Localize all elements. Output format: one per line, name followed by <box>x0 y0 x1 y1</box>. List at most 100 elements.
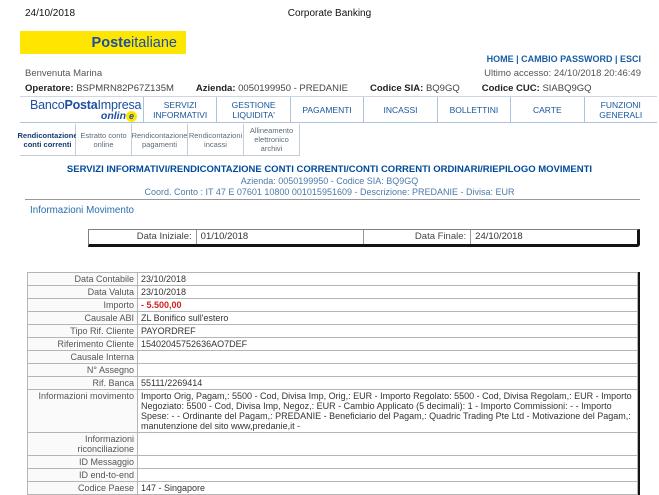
row-value: Importo Orig, Pagam,: 5500 - Cod, Divisa… <box>138 390 638 433</box>
row-label: Causale Interna <box>28 351 138 364</box>
date-end-label: Data Finale: <box>364 230 471 244</box>
breadcrumb-path: SERVIZI INFORMATIVI/RENDICONTAZIONE CONT… <box>0 164 659 175</box>
row-value: 147 - Singapore <box>138 482 638 495</box>
operator-bar-item: Codice SIA: BQ9GQ <box>370 83 460 94</box>
subnav-item-label: Rendicontazione conti correnti <box>18 131 78 149</box>
table-row: Codice Paese 147 - Singapore <box>28 482 638 495</box>
subnav-item[interactable]: Rendicontazioni incassi <box>188 124 244 156</box>
subnav-item[interactable]: Allineamento elettronico archivi <box>244 124 300 156</box>
operator-bar-item: Operatore: BSPMRN82P67Z135M <box>25 83 174 94</box>
nav-tab[interactable]: FUNZIONI GENERALI <box>584 97 657 122</box>
row-value: 23/10/2018 <box>138 273 638 286</box>
brand-e-circle-icon: e <box>126 111 137 122</box>
main-nav: BancoPostaImpresa online SERVIZI INFORMA… <box>20 96 657 123</box>
row-label: Codice Paese <box>28 482 138 495</box>
row-label: N° Assegno <box>28 364 138 377</box>
session-link[interactable]: HOME <box>487 54 514 64</box>
date-start-group: Data Iniziale: 01/10/2018 <box>89 230 363 244</box>
row-value <box>138 364 638 377</box>
operator-bar-item: Codice CUC: SIABQ9GQ <box>482 83 592 94</box>
section-title: Informazioni Movimento <box>30 205 134 216</box>
nav-tab-label: PAGAMENTI <box>302 105 351 115</box>
poste-italiane-logo: Posteitaliane <box>20 31 186 54</box>
subnav-item-label: Rendicontazione pagamenti <box>132 131 188 149</box>
table-row: N° Assegno <box>28 364 638 377</box>
row-label: Rif. Banca <box>28 377 138 390</box>
row-label: Importo <box>28 299 138 312</box>
table-row: ID end-to-end <box>28 469 638 482</box>
logo-text-light: italiane <box>131 35 177 51</box>
operator-bar-label: Codice CUC: <box>482 83 540 94</box>
row-value: 55111/2269414 <box>138 377 638 390</box>
operator-bar-label: Operatore: <box>25 83 74 94</box>
row-label: ID Messaggio <box>28 456 138 469</box>
row-value: 23/10/2018 <box>138 286 638 299</box>
row-value: PAYORDREF <box>138 325 638 338</box>
brand-online: onlin <box>101 110 126 122</box>
nav-tab[interactable]: BOLLETTINI <box>437 97 510 122</box>
operator-bar-value: BSPMRN82P67Z135M <box>76 83 174 94</box>
operator-bar-value: BQ9GQ <box>426 83 460 94</box>
sub-nav: Rendicontazione conti correntiEstratto c… <box>20 124 300 156</box>
date-start-value: 01/10/2018 <box>196 230 363 244</box>
page-title: Corporate Banking <box>0 8 659 19</box>
subnav-item-label: Estratto conto online <box>79 131 128 149</box>
nav-tab-label: GESTIONE LIQUIDITA' <box>222 100 284 120</box>
date-start-label: Data Iniziale: <box>89 230 196 244</box>
breadcrumb: SERVIZI INFORMATIVI/RENDICONTAZIONE CONT… <box>0 164 659 197</box>
subnav-item[interactable]: Rendicontazione pagamenti <box>132 124 188 156</box>
nav-tab[interactable]: CARTE <box>510 97 583 122</box>
table-row: Informazioni movimento Importo Orig, Pag… <box>28 390 638 433</box>
date-end-group: Data Finale: 24/10/2018 <box>363 230 638 244</box>
brand-posta: Posta <box>64 98 97 112</box>
date-end-value: 24/10/2018 <box>470 230 637 244</box>
row-label: Tipo Rif. Cliente <box>28 325 138 338</box>
nav-tab[interactable]: PAGAMENTI <box>290 97 363 122</box>
nav-tabs: SERVIZI INFORMATIVI GESTIONE LIQUIDITA' PA… <box>143 97 657 122</box>
row-label: Data Valuta <box>28 286 138 299</box>
row-value: - 5.500,00 <box>138 299 638 312</box>
table-row: Tipo Rif. Cliente PAYORDREF <box>28 325 638 338</box>
table-row: Importo - 5.500,00 <box>28 299 638 312</box>
session-link[interactable]: ESCI <box>612 54 641 64</box>
subnav-item-label: Rendicontazioni incassi <box>189 131 242 149</box>
nav-tab-label: BOLLETTINI <box>450 105 499 115</box>
breadcrumb-account: Coord. Conto : IT 47 E 07601 10800 00101… <box>0 187 659 197</box>
nav-tab[interactable]: SERVIZI INFORMATIVI <box>143 97 216 122</box>
row-value <box>138 456 638 469</box>
nav-tab-label: SERVIZI INFORMATIVI <box>149 100 211 120</box>
nav-tab[interactable]: GESTIONE LIQUIDITA' <box>216 97 289 122</box>
operator-bar-label: Codice SIA: <box>370 83 423 94</box>
operator-bar-value: SIABQ9GQ <box>542 83 591 94</box>
table-row: Data Contabile 23/10/2018 <box>28 273 638 286</box>
session-links: HOMECAMBIO PASSWORDESCI <box>487 54 641 64</box>
subnav-item-label: Allineamento elettronico archivi <box>247 126 296 153</box>
session-link[interactable]: CAMBIO PASSWORD <box>514 54 613 64</box>
last-access-text: Ultimo accesso: 24/10/2018 20:46:49 <box>484 68 641 79</box>
operator-bar-label: Azienda: <box>196 83 236 94</box>
row-value: ZL Bonifico sull'estero <box>138 312 638 325</box>
table-row: Causale Interna <box>28 351 638 364</box>
table-row: Rif. Banca 55111/2269414 <box>28 377 638 390</box>
row-value <box>138 433 638 456</box>
subnav-item[interactable]: Rendicontazione conti correnti <box>20 124 76 156</box>
breadcrumb-company: Azienda: 0050199950 - Codice SIA: BQ9GQ <box>0 176 659 186</box>
divider <box>25 199 640 200</box>
subnav-item[interactable]: Estratto conto online <box>76 124 132 156</box>
table-row: Data Valuta 23/10/2018 <box>28 286 638 299</box>
row-value <box>138 351 638 364</box>
nav-tab[interactable]: INCASSI <box>363 97 436 122</box>
operator-bar: Operatore: BSPMRN82P67Z135M Azienda: 0050… <box>25 83 592 94</box>
row-label: Data Contabile <box>28 273 138 286</box>
welcome-text: Benvenuta Marina <box>25 68 102 79</box>
operator-bar-item: Azienda: 0050199950 - PREDANIE <box>196 83 348 94</box>
row-value: 15402045752636AO7DEF <box>138 338 638 351</box>
table-row: Riferimento Cliente 15402045752636AO7DEF <box>28 338 638 351</box>
table-row: ID Messaggio <box>28 456 638 469</box>
row-value <box>138 469 638 482</box>
operator-bar-value: 0050199950 - PREDANIE <box>238 83 348 94</box>
row-label: Causale ABI <box>28 312 138 325</box>
bancoposta-impresa-logo: BancoPostaImpresa online <box>20 97 143 122</box>
table-row: Informazioni riconciliazione <box>28 433 638 456</box>
row-label: Riferimento Cliente <box>28 338 138 351</box>
